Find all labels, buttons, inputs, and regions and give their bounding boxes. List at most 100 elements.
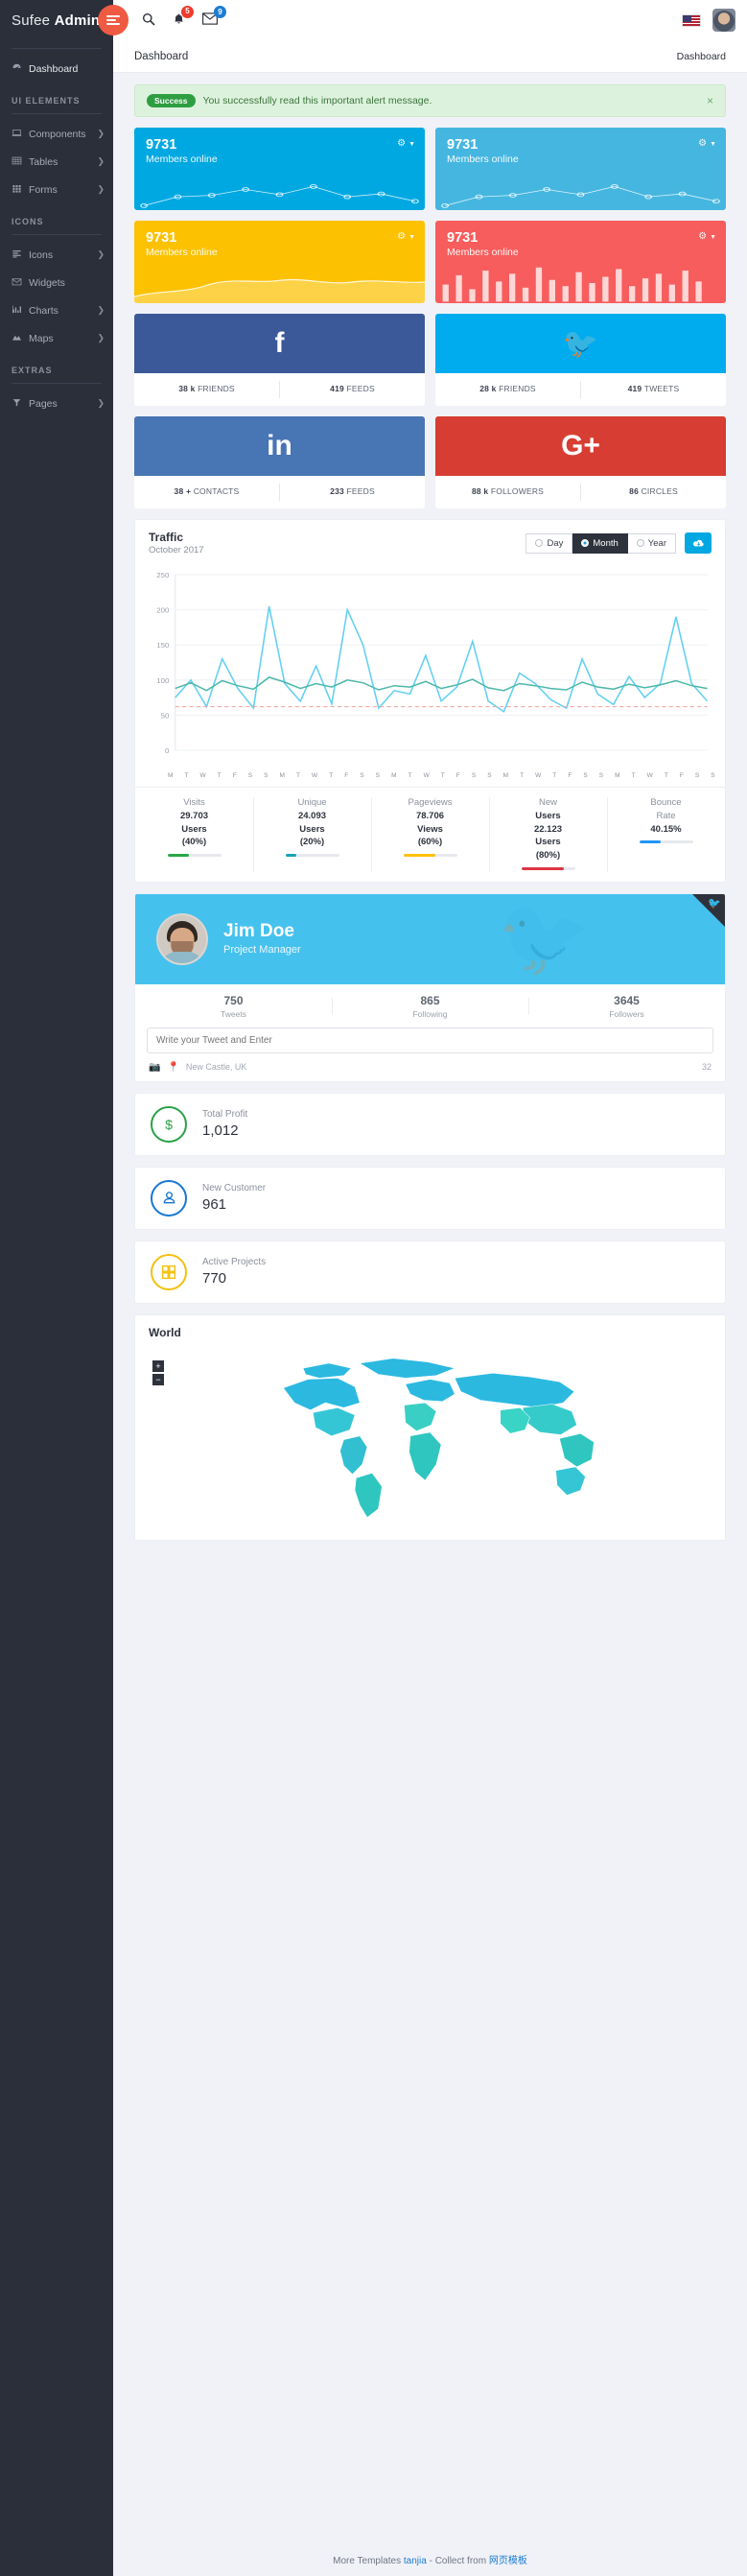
notifications-bell-icon[interactable]: 5: [173, 5, 194, 29]
profile-count-followers: 3645 Followers: [528, 994, 725, 1019]
x-tick-label: W: [423, 772, 430, 779]
us-flag-icon[interactable]: [682, 13, 701, 27]
twitter-icon[interactable]: 🐦: [435, 314, 726, 373]
x-tick-label: T: [184, 772, 189, 779]
social-card-facebook: f 38 k FRIENDS 419 FEEDS: [134, 314, 425, 406]
close-icon[interactable]: ×: [707, 94, 713, 107]
map-zoom-controls: + −: [152, 1359, 164, 1387]
chevron-right-icon: ❯: [97, 398, 105, 408]
topbar: 5 9: [98, 0, 747, 40]
social-stat: 419 FEEDS: [280, 384, 425, 394]
location-pin-icon[interactable]: 📍: [167, 1062, 178, 1073]
profile-role: Project Manager: [223, 944, 301, 957]
map-zoom-in-button[interactable]: +: [152, 1359, 164, 1372]
tweet-input[interactable]: [147, 1027, 713, 1053]
world-map-body: + −: [135, 1347, 725, 1540]
breadcrumb: Dashboard Dashboard: [113, 40, 747, 73]
world-map-header: World: [135, 1315, 725, 1347]
world-map-title: World: [149, 1325, 181, 1339]
sidebar-divider: [12, 113, 102, 114]
chevron-right-icon: ❯: [97, 249, 105, 259]
map-zoom-out-button[interactable]: −: [152, 1373, 164, 1385]
sidebar-item-label: Forms: [29, 183, 58, 196]
traffic-range-day[interactable]: Day: [525, 532, 573, 554]
x-tick-label: F: [232, 772, 237, 779]
facebook-icon[interactable]: f: [134, 314, 425, 373]
progress-track: [167, 854, 222, 858]
x-tick-label: T: [408, 772, 412, 779]
gear-icon[interactable]: ⚙ ▼: [698, 231, 716, 242]
traffic-range-month[interactable]: Month: [572, 532, 628, 554]
traffic-header: Traffic October 2017 Day Month Year: [135, 520, 725, 563]
menu-toggle-button[interactable]: [98, 5, 128, 35]
brand-logo[interactable]: Sufee Admin: [0, 0, 113, 40]
social-stat-value: 419: [330, 384, 344, 394]
social-card-stats: 88 k FOLLOWERS 86 CIRCLES: [435, 476, 726, 508]
x-tick-label: S: [360, 772, 364, 779]
camera-icon[interactable]: 📷: [149, 1062, 160, 1073]
sidebar-item-tables[interactable]: Tables ❯: [0, 148, 113, 176]
traffic-range-label: Day: [547, 537, 564, 549]
sidebar-group-title: ICONS: [12, 217, 44, 226]
dashboard-icon: [12, 62, 25, 76]
traffic-range-year[interactable]: Year: [627, 532, 676, 554]
traffic-stat-bounce-rate: Bounce Rate 40.15%: [607, 788, 725, 882]
metric-meta: Active Projects 770: [202, 1257, 266, 1287]
progress-track: [521, 866, 575, 870]
cloud-download-icon[interactable]: [685, 532, 712, 554]
sidebar-item-label: Widgets: [29, 276, 65, 289]
traffic-stat-line: Users: [535, 837, 561, 848]
google-plus-icon[interactable]: G+: [435, 416, 726, 476]
sidebar-item-forms[interactable]: Forms ❯: [0, 176, 113, 203]
progress-fill: [521, 866, 565, 870]
sidebar-item-maps[interactable]: Maps ❯: [0, 324, 113, 352]
x-tick-label: T: [664, 772, 668, 779]
svg-text:200: 200: [156, 606, 169, 615]
progress-track: [285, 854, 339, 858]
dollar-icon: $: [151, 1105, 187, 1143]
x-tick-label: F: [679, 772, 684, 779]
user-avatar[interactable]: [712, 9, 735, 32]
tweet-char-count: 32: [701, 1062, 712, 1073]
sidebar-item-components[interactable]: Components ❯: [0, 120, 113, 148]
sidebar-item-label: Charts: [29, 304, 58, 317]
chevron-down-icon: ▼: [409, 234, 415, 241]
social-stat: 38 k FRIENDS: [134, 384, 279, 394]
messages-envelope-icon[interactable]: 9: [202, 6, 226, 28]
stat-card-label: Members online: [146, 154, 218, 166]
traffic-stat-line: (60%): [417, 837, 443, 848]
footer-link-template[interactable]: 网页模板: [489, 2556, 527, 2566]
sidebar-divider: [12, 48, 102, 49]
radio-dot: [535, 539, 544, 547]
brand-text: Sufee Admin: [12, 12, 100, 29]
sidebar-item-label: Pages: [29, 397, 58, 410]
table-icon: [12, 155, 25, 169]
user-icon: [151, 1179, 187, 1217]
sidebar-item-dashboard[interactable]: Dashboard: [0, 55, 113, 83]
sidebar-item-charts[interactable]: Charts ❯: [0, 296, 113, 324]
search-icon[interactable]: [142, 12, 155, 29]
traffic-stat-pageviews: Pageviews 78.706 Views (60%): [371, 788, 489, 882]
stat-card-col: 9731 Members online ⚙ ▼: [134, 128, 425, 210]
footer-link-tanjia[interactable]: tanjia: [404, 2556, 427, 2566]
stat-card-head: 9731 Members online: [435, 128, 726, 165]
stat-card-label: Members online: [447, 247, 519, 259]
grid-squares-icon: [151, 1253, 187, 1290]
linkedin-icon[interactable]: in: [134, 416, 425, 476]
traffic-stat-line: (80%): [535, 850, 561, 862]
gear-icon[interactable]: ⚙ ▼: [397, 138, 415, 149]
stat-card-number: 9731: [447, 137, 479, 153]
twitter-profile-card: 🐦 🐦 Jim Doe Project Manager 750 Tweets 865…: [134, 892, 726, 1082]
sidebar-item-icons[interactable]: Icons ❯: [0, 241, 113, 269]
metric-title: Active Projects: [202, 1257, 267, 1268]
x-tick-label: F: [455, 772, 460, 779]
social-stat: 233 FEEDS: [280, 486, 425, 497]
sidebar-item-pages[interactable]: Pages ❯: [0, 390, 113, 417]
profile-name: Jim Doe: [223, 921, 294, 942]
sidebar-item-widgets[interactable]: Widgets: [0, 269, 113, 296]
gear-icon[interactable]: ⚙ ▼: [397, 231, 415, 242]
social-card-googleplus: G+ 88 k FOLLOWERS 86 CIRCLES: [435, 416, 726, 508]
traffic-stat-line: Visits: [183, 797, 205, 808]
gear-icon[interactable]: ⚙ ▼: [698, 138, 716, 149]
social-card-row-1: f 38 k FRIENDS 419 FEEDS 🐦 28 k FRIENDS 419 T…: [134, 314, 726, 406]
